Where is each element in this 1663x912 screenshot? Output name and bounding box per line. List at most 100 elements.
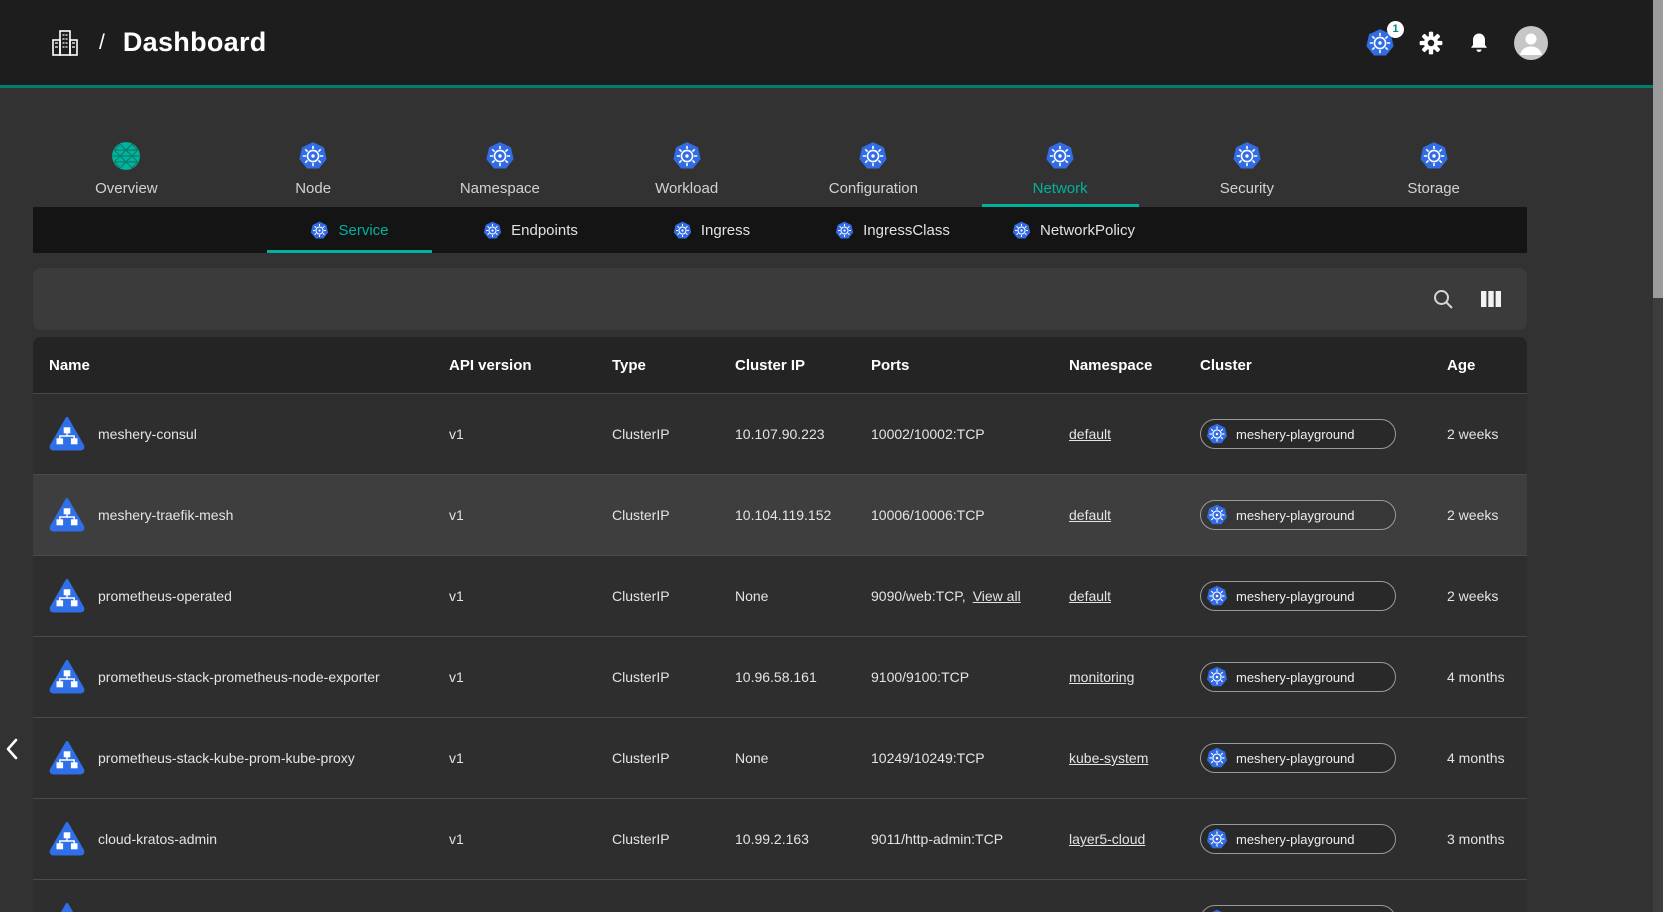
sub-tab-networkpolicy[interactable]: NetworkPolicy (983, 207, 1164, 253)
resource-tab-label: Network (1033, 180, 1088, 197)
kubernetes-icon (1206, 585, 1228, 607)
name-cell (33, 902, 433, 912)
resource-tab-label: Namespace (460, 180, 540, 197)
name-cell: prometheus-stack-prometheus-node-exporte… (33, 659, 433, 695)
sub-tab-endpoints[interactable]: Endpoints (440, 207, 621, 253)
resource-tab-security[interactable]: Security (1154, 130, 1341, 207)
view-all-link[interactable]: View all (973, 588, 1021, 604)
cluster-chip[interactable]: meshery-playground (1200, 500, 1396, 530)
bell-icon[interactable] (1467, 31, 1491, 55)
column-header-type[interactable]: Type (596, 357, 719, 374)
namespace-cell: default (1053, 507, 1184, 523)
cluster-ip-cell: 10.96.58.161 (719, 669, 855, 685)
sub-tab-ingressclass[interactable]: IngressClass (802, 207, 983, 253)
age-cell: 2 weeks (1431, 588, 1527, 604)
sub-tab-ingress[interactable]: Ingress (621, 207, 802, 253)
cluster-cell: meshery-playground (1184, 662, 1431, 692)
kubernetes-icon (298, 141, 328, 171)
sub-tab-label: Ingress (701, 222, 750, 239)
avatar[interactable] (1514, 26, 1548, 60)
cluster-chip-label: meshery-playground (1236, 589, 1355, 604)
type-cell: ClusterIP (596, 507, 719, 523)
namespace-link[interactable]: default (1069, 588, 1111, 604)
type-cell: ClusterIP (596, 831, 719, 847)
column-header-api-version[interactable]: API version (433, 357, 596, 374)
kubernetes-context-icon[interactable]: 1 (1365, 28, 1395, 58)
cluster-cell: meshery-playground (1184, 581, 1431, 611)
kubernetes-icon (673, 221, 692, 240)
kubernetes-icon (1206, 666, 1228, 688)
kubernetes-icon (1206, 828, 1228, 850)
kubernetes-icon (483, 221, 502, 240)
resource-tab-storage[interactable]: Storage (1340, 130, 1527, 207)
table-row[interactable]: meshery meshery-playground (33, 879, 1527, 912)
namespace-link[interactable]: default (1069, 426, 1111, 442)
cluster-chip-label: meshery-playground (1236, 427, 1355, 442)
breadcrumb-separator: / (99, 31, 105, 55)
column-view-icon[interactable] (1480, 289, 1502, 309)
app-header: / Dashboard 1 (0, 0, 1663, 85)
table-row[interactable]: cloud-kratos-admin v1 ClusterIP 10.99.2.… (33, 798, 1527, 879)
ports-value: 9090/web:TCP, (871, 588, 966, 604)
table-header-row: NameAPI versionTypeCluster IPPortsNamesp… (33, 337, 1527, 393)
column-header-age[interactable]: Age (1431, 357, 1527, 374)
kubernetes-icon (1012, 221, 1031, 240)
resource-tab-label: Configuration (829, 180, 918, 197)
service-name: prometheus-operated (98, 588, 232, 604)
resource-tab-namespace[interactable]: Namespace (407, 130, 594, 207)
resource-tab-workload[interactable]: Workload (593, 130, 780, 207)
chevron-left-icon[interactable] (0, 726, 24, 772)
table-body: meshery-consul v1 ClusterIP 10.107.90.22… (33, 393, 1527, 912)
cluster-chip-label: meshery-playground (1236, 832, 1355, 847)
service-name: prometheus-stack-prometheus-node-exporte… (98, 669, 380, 685)
service-icon (49, 821, 85, 857)
namespace-link[interactable]: layer5-cloud (1069, 831, 1145, 847)
namespace-link[interactable]: monitoring (1069, 669, 1134, 685)
ports-cell: 10002/10002:TCP (855, 426, 1053, 442)
api-version-cell: v1 (433, 426, 596, 442)
table-row[interactable]: prometheus-operated v1 ClusterIP None 90… (33, 555, 1527, 636)
kubernetes-icon (672, 141, 702, 171)
kubernetes-icon (1045, 141, 1075, 171)
cluster-chip[interactable]: meshery-playground (1200, 743, 1396, 773)
kubernetes-icon (1206, 747, 1228, 769)
scrollbar-thumb[interactable] (1653, 0, 1663, 298)
sub-tab-service[interactable]: Service (259, 207, 440, 253)
resource-tab-configuration[interactable]: Configuration (780, 130, 967, 207)
resource-tab-overview[interactable]: Overview (33, 130, 220, 207)
resource-tab-node[interactable]: Node (220, 130, 407, 207)
service-icon (49, 416, 85, 452)
resource-tab-label: Storage (1407, 180, 1460, 197)
column-header-cluster[interactable]: Cluster (1184, 357, 1431, 374)
cluster-chip[interactable]: meshery-playground (1200, 419, 1396, 449)
age-cell: 2 weeks (1431, 507, 1527, 523)
cluster-chip[interactable]: meshery-playground (1200, 824, 1396, 854)
organization-building-icon[interactable] (49, 27, 81, 59)
namespace-link[interactable]: default (1069, 507, 1111, 523)
column-header-cluster-ip[interactable]: Cluster IP (719, 357, 855, 374)
table-row[interactable]: prometheus-stack-kube-prom-kube-proxy v1… (33, 717, 1527, 798)
network-sub-tabs: Service Endpoints Ingress IngressClass (33, 207, 1527, 253)
service-icon (49, 497, 85, 533)
name-cell: prometheus-operated (33, 578, 433, 614)
resource-tab-network[interactable]: Network (967, 130, 1154, 207)
namespace-link[interactable]: kube-system (1069, 750, 1148, 766)
gear-icon[interactable] (1418, 30, 1444, 56)
column-header-namespace[interactable]: Namespace (1053, 357, 1184, 374)
cluster-chip[interactable]: meshery-playground (1200, 662, 1396, 692)
search-icon[interactable] (1431, 287, 1455, 311)
cluster-chip[interactable]: meshery-playground (1200, 905, 1396, 912)
column-header-name[interactable]: Name (33, 357, 433, 374)
column-header-ports[interactable]: Ports (855, 357, 1053, 374)
table-row[interactable]: meshery-traefik-mesh v1 ClusterIP 10.104… (33, 474, 1527, 555)
type-cell: ClusterIP (596, 426, 719, 442)
table-row[interactable]: prometheus-stack-prometheus-node-exporte… (33, 636, 1527, 717)
cluster-chip[interactable]: meshery-playground (1200, 581, 1396, 611)
ports-cell: 10249/10249:TCP (855, 750, 1053, 766)
scrollbar-track[interactable] (1653, 0, 1663, 912)
ports-value: 9100/9100:TCP (871, 669, 969, 685)
cluster-cell: meshery-playground (1184, 500, 1431, 530)
services-table: NameAPI versionTypeCluster IPPortsNamesp… (33, 337, 1527, 912)
table-row[interactable]: meshery-consul v1 ClusterIP 10.107.90.22… (33, 393, 1527, 474)
cluster-chip-label: meshery-playground (1236, 670, 1355, 685)
